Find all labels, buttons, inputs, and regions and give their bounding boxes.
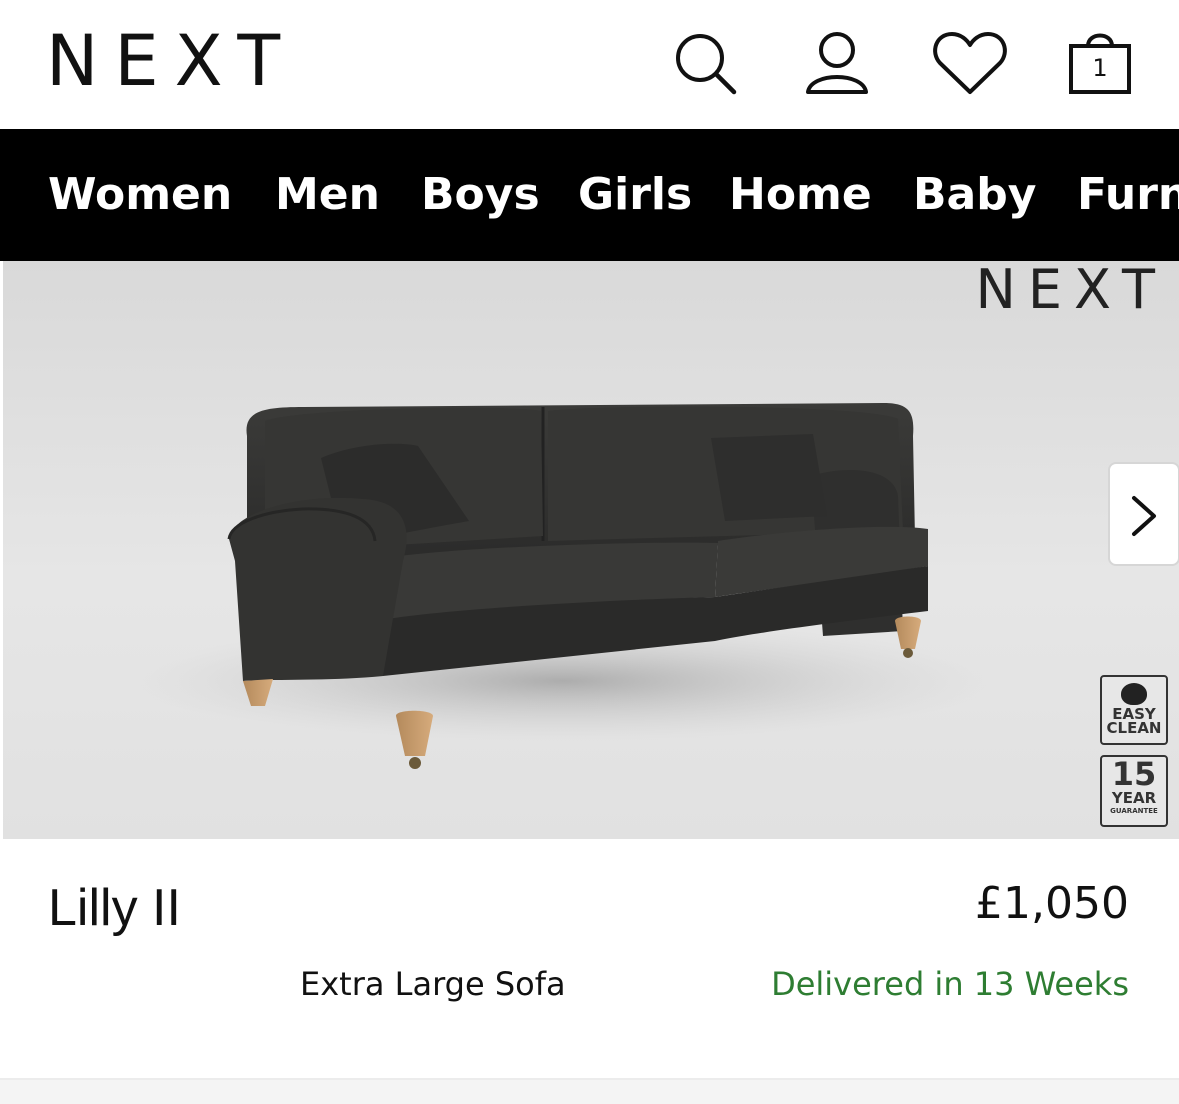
nav-item-men[interactable]: Men <box>275 129 380 261</box>
nav-item-girls[interactable]: Girls <box>578 129 692 261</box>
product-image[interactable]: NEXT EASY CLEAN 15 YEAR GUARANTEE <box>3 261 1179 839</box>
nav-item-furniture[interactable]: Furn <box>1077 129 1179 261</box>
nav-item-women[interactable]: Women <box>48 129 232 261</box>
nav-item-boys[interactable]: Boys <box>421 129 540 261</box>
search-icon[interactable] <box>672 30 740 98</box>
easy-clean-text-2: CLEAN <box>1106 719 1162 737</box>
easy-clean-badge: EASY CLEAN <box>1100 675 1168 745</box>
account-icon[interactable] <box>803 30 871 98</box>
top-header: NEXT 1 <box>0 0 1179 129</box>
next-section-edge <box>0 1078 1179 1104</box>
stain-icon <box>1121 683 1147 705</box>
bag-icon[interactable]: 1 <box>1068 30 1134 98</box>
nav-item-home[interactable]: Home <box>729 129 872 261</box>
product-name[interactable]: Lilly II <box>48 878 181 938</box>
bag-count: 1 <box>1092 54 1108 82</box>
nav-item-baby[interactable]: Baby <box>913 129 1036 261</box>
product-price: £1,050 <box>975 878 1129 929</box>
guarantee-year-text: YEAR <box>1111 789 1157 807</box>
guarantee-badge: 15 YEAR GUARANTEE <box>1100 755 1168 827</box>
guarantee-text: GUARANTEE <box>1110 807 1158 815</box>
sofa-illustration <box>133 403 993 769</box>
category-nav: Women Men Boys Girls Home Baby Furn <box>0 129 1179 261</box>
guarantee-years: 15 <box>1111 755 1157 793</box>
product-subtitle: Extra Large Sofa <box>300 965 566 1003</box>
delivery-estimate: Delivered in 13 Weeks <box>771 965 1129 1003</box>
heart-icon[interactable] <box>932 30 1008 98</box>
chevron-right-icon <box>1132 496 1156 536</box>
next-logo[interactable]: NEXT <box>46 26 296 96</box>
next-image-button[interactable] <box>1108 462 1179 566</box>
